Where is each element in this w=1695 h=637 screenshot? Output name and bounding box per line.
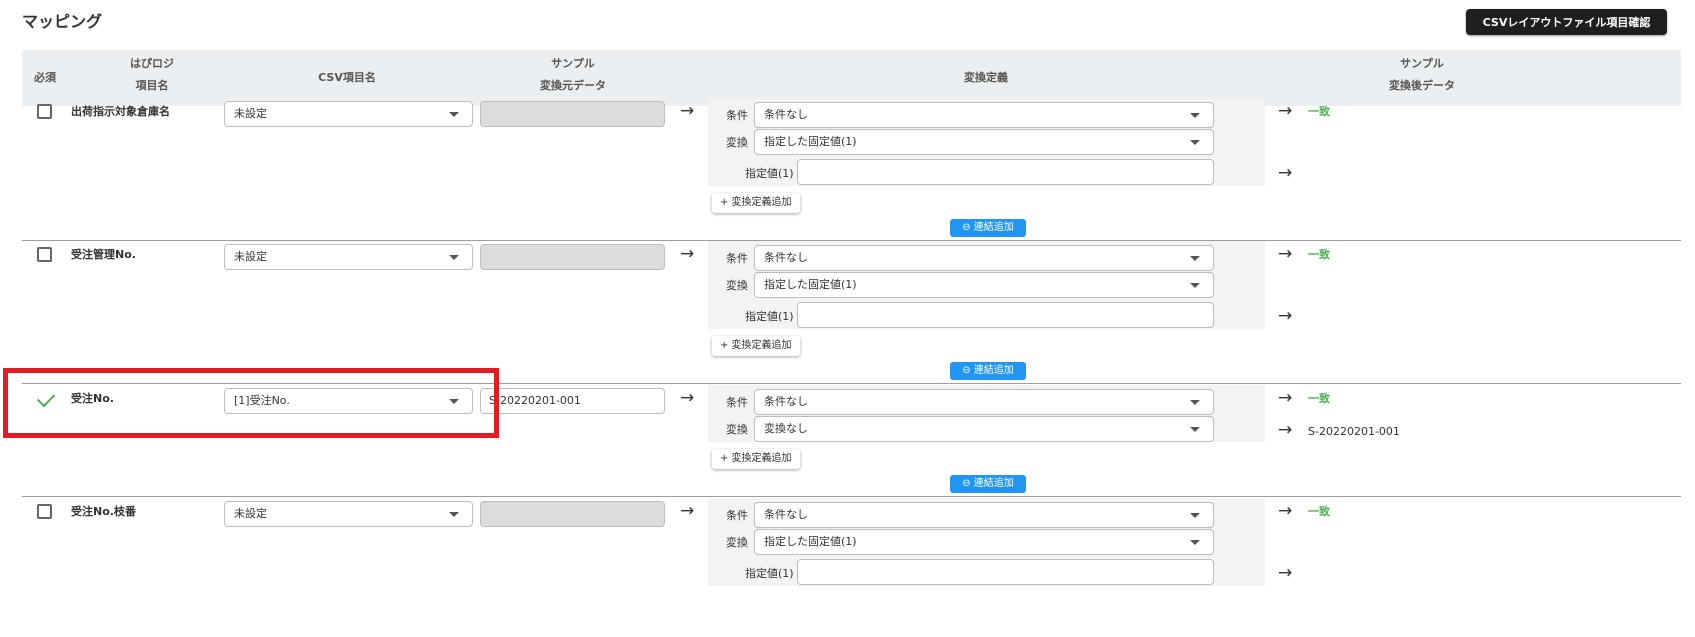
sample-source-field <box>480 101 665 127</box>
chevron-down-icon <box>1190 113 1200 118</box>
conversion-select[interactable]: 指定した固定値(1) <box>754 529 1214 555</box>
sample-source-field <box>480 501 665 527</box>
condition-value: 条件なし <box>764 108 808 121</box>
conversion-value: 指定した固定値(1) <box>764 135 857 148</box>
conversion-select[interactable]: 変換なし <box>754 416 1214 442</box>
chevron-down-icon <box>1190 256 1200 261</box>
specified-value-input[interactable] <box>797 559 1214 585</box>
required-checkbox[interactable] <box>37 247 52 262</box>
arrow-right-icon: → <box>1278 563 1293 583</box>
required-checkbox[interactable] <box>37 504 52 519</box>
highlight-frame <box>3 368 499 438</box>
chevron-down-icon <box>1190 513 1200 518</box>
specified-value-input[interactable] <box>797 159 1214 185</box>
arrow-right-icon: → <box>680 244 695 264</box>
chevron-down-icon <box>449 112 459 117</box>
definition-box: 条件 条件なし 変換 指定した固定値(1) 指定値(1) <box>708 98 1265 186</box>
arrow-right-icon: → <box>1278 244 1293 264</box>
header-sample-source-line2: 変換元データ <box>540 79 606 92</box>
condition-label: 条件 <box>726 396 748 409</box>
conversion-select[interactable]: 指定した固定値(1) <box>754 129 1214 155</box>
specified-value-label: 指定値(1) <box>745 310 794 323</box>
add-definition-button[interactable]: + 変換定義追加 <box>712 336 800 356</box>
match-status: 一致 <box>1308 248 1330 261</box>
definition-box: 条件 条件なし 変換 変換なし <box>708 385 1265 442</box>
definition-box: 条件 条件なし 変換 指定した固定値(1) 指定値(1) <box>708 241 1265 329</box>
arrow-right-icon: → <box>1278 420 1293 440</box>
condition-value: 条件なし <box>764 395 808 408</box>
link-add-button[interactable]: ⊖ 連結追加 <box>950 219 1026 237</box>
field-name: 出荷指示対象倉庫名 <box>71 105 170 118</box>
conversion-value: 変換なし <box>764 422 808 435</box>
arrow-right-icon: → <box>1278 101 1293 121</box>
condition-select[interactable]: 条件なし <box>754 102 1214 128</box>
csv-item-select[interactable]: 未設定 <box>224 244 473 270</box>
conversion-label: 変換 <box>726 136 748 149</box>
conversion-value: 指定した固定値(1) <box>764 535 857 548</box>
field-name: 受注No.枝番 <box>71 505 136 518</box>
conversion-select[interactable]: 指定した固定値(1) <box>754 272 1214 298</box>
match-status: 一致 <box>1308 392 1330 405</box>
add-definition-button[interactable]: + 変換定義追加 <box>712 449 800 469</box>
sample-source-field <box>480 244 665 270</box>
arrow-right-icon: → <box>680 388 695 408</box>
specified-value-label: 指定値(1) <box>745 567 794 580</box>
condition-label: 条件 <box>726 252 748 265</box>
condition-label: 条件 <box>726 509 748 522</box>
csv-item-value: 未設定 <box>234 250 267 263</box>
result-value: S-20220201-001 <box>1308 425 1400 438</box>
csv-layout-check-button[interactable]: CSVレイアウトファイル項目確認 <box>1466 9 1667 35</box>
conversion-label: 変換 <box>726 423 748 436</box>
arrow-right-icon: → <box>680 501 695 521</box>
required-checkbox[interactable] <box>37 104 52 119</box>
condition-select[interactable]: 条件なし <box>754 389 1214 415</box>
conversion-label: 変換 <box>726 536 748 549</box>
header-csv-item: CSV項目名 <box>318 71 376 84</box>
page-title: マッピング <box>22 12 103 31</box>
condition-select[interactable]: 条件なし <box>754 502 1214 528</box>
definition-box: 条件 条件なし 変換 指定した固定値(1) 指定値(1) <box>708 498 1265 586</box>
chevron-down-icon <box>1190 540 1200 545</box>
chevron-down-icon <box>1190 140 1200 145</box>
link-add-button[interactable]: ⊖ 連結追加 <box>950 362 1026 380</box>
condition-value: 条件なし <box>764 508 808 521</box>
chevron-down-icon <box>449 255 459 260</box>
arrow-right-icon: → <box>1278 306 1293 326</box>
csv-item-select[interactable]: 未設定 <box>224 501 473 527</box>
conversion-value: 指定した固定値(1) <box>764 278 857 291</box>
csv-item-value: 未設定 <box>234 107 267 120</box>
field-name: 受注管理No. <box>71 248 136 261</box>
chevron-down-icon <box>1190 400 1200 405</box>
add-definition-button[interactable]: + 変換定義追加 <box>712 193 800 213</box>
chevron-down-icon <box>1190 283 1200 288</box>
link-add-button[interactable]: ⊖ 連結追加 <box>950 475 1026 493</box>
condition-value: 条件なし <box>764 251 808 264</box>
header-item-name-line2: 項目名 <box>135 79 169 92</box>
arrow-right-icon: → <box>1278 388 1293 408</box>
match-status: 一致 <box>1308 505 1330 518</box>
header-required: 必須 <box>34 71 56 84</box>
csv-item-select[interactable]: 未設定 <box>224 101 473 127</box>
arrow-right-icon: → <box>1278 501 1293 521</box>
csv-item-value: 未設定 <box>234 507 267 520</box>
chevron-down-icon <box>1190 427 1200 432</box>
arrow-right-icon: → <box>680 101 695 121</box>
header-sample-result-line2: 変換後データ <box>1389 79 1455 92</box>
row-divider <box>22 496 1681 497</box>
match-status: 一致 <box>1308 105 1330 118</box>
sample-source-field: S-20220201-001 <box>480 388 665 414</box>
specified-value-label: 指定値(1) <box>745 167 794 180</box>
specified-value-input[interactable] <box>797 302 1214 328</box>
conversion-label: 変換 <box>726 279 748 292</box>
arrow-right-icon: → <box>1278 163 1293 183</box>
condition-select[interactable]: 条件なし <box>754 245 1214 271</box>
chevron-down-icon <box>449 512 459 517</box>
condition-label: 条件 <box>726 109 748 122</box>
